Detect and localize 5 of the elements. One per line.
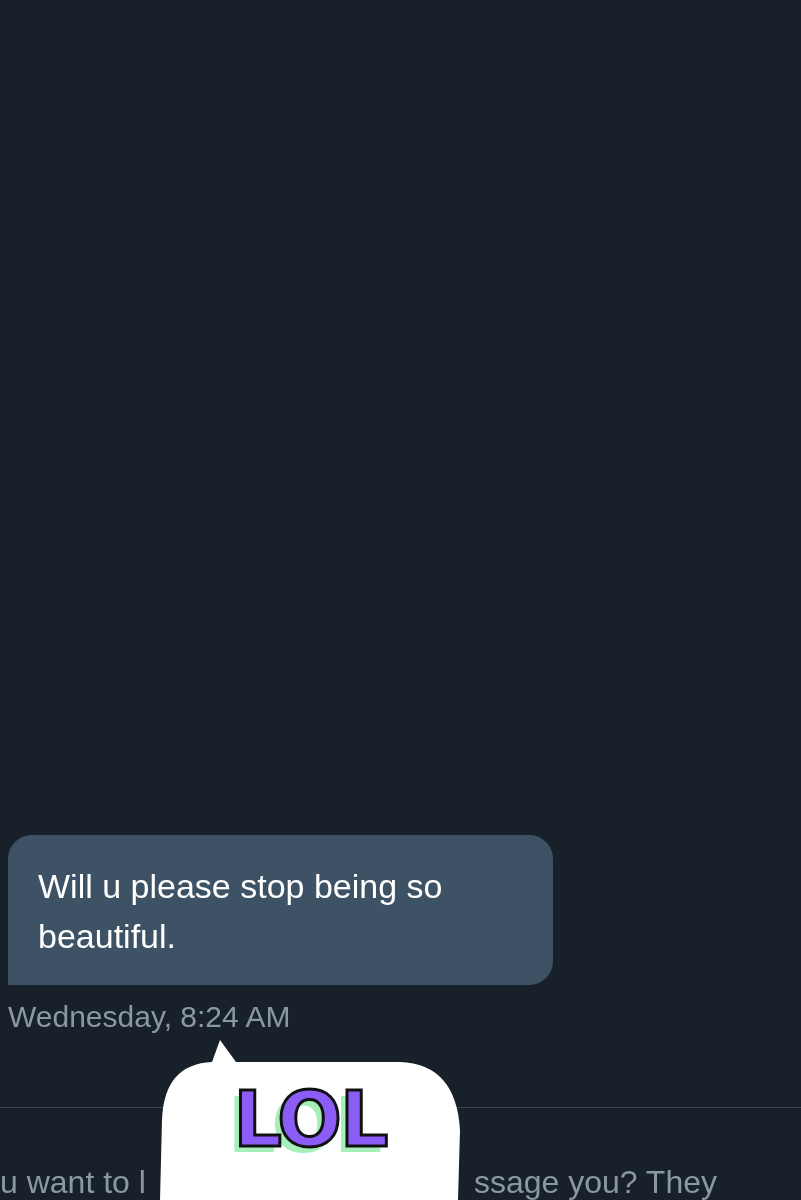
sticker-text: LOL [233, 1080, 387, 1166]
prompt-text: u want to l [0, 1164, 146, 1200]
message-bubble: Will u please stop being so beautiful. [8, 835, 553, 985]
prompt-text: ssage you? They [473, 1164, 717, 1200]
timestamp: Wednesday, 8:24 AM [8, 999, 292, 1035]
